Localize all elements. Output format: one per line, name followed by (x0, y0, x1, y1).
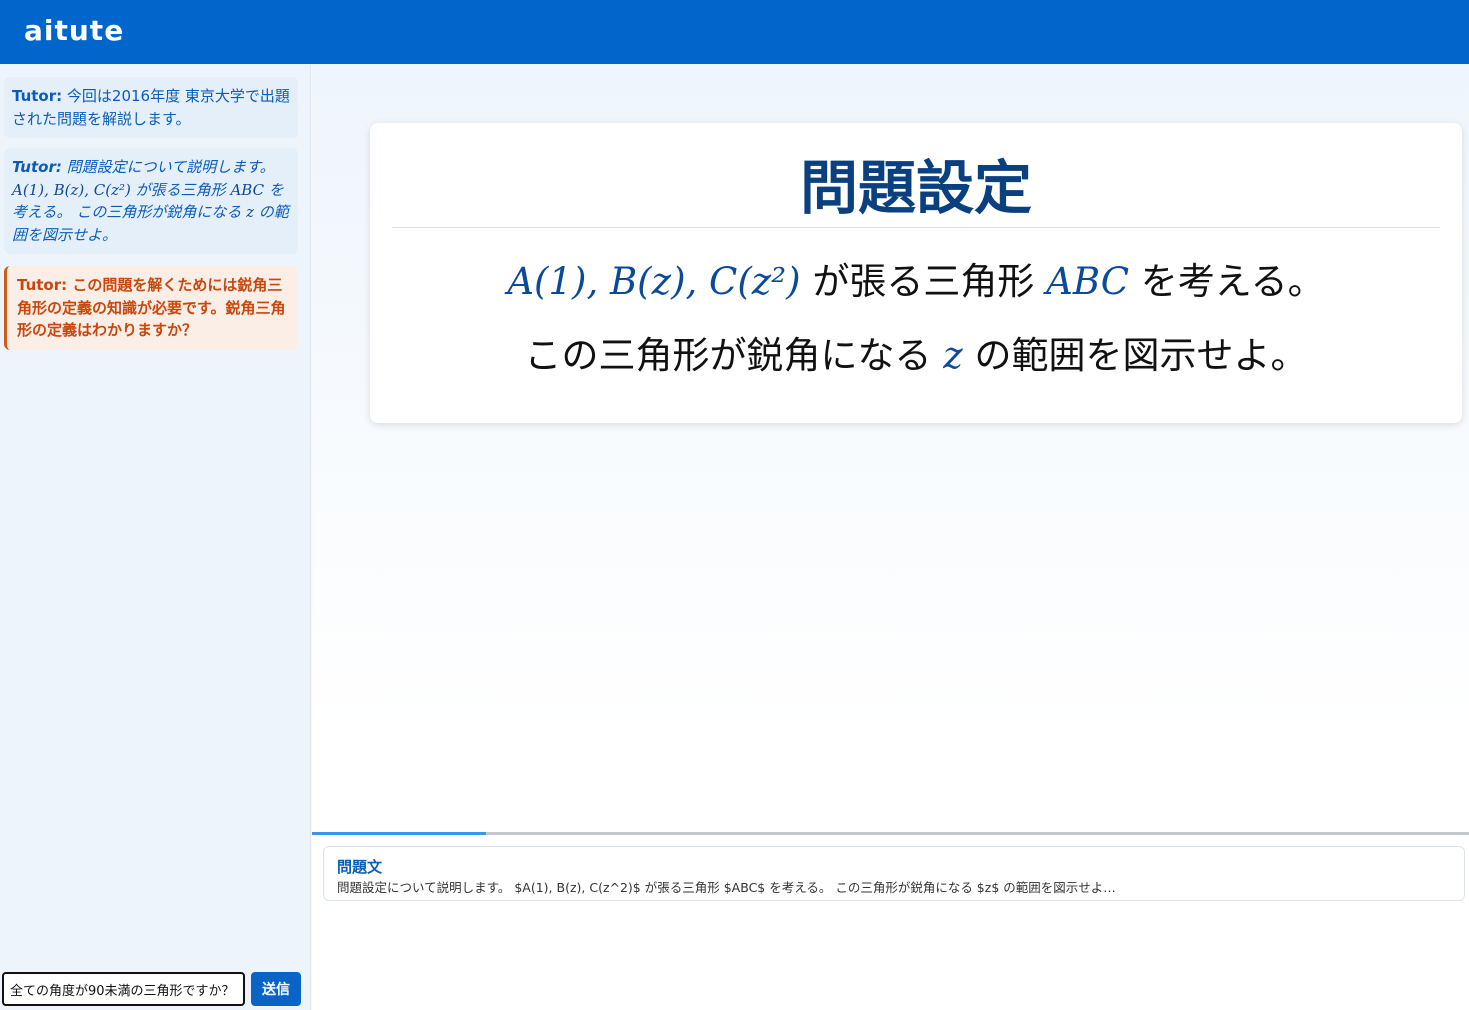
message-math: A(1), B(z), C(z²) (12, 180, 131, 199)
main-panel: 問題設定 A(1), B(z), C(z²) が張る三角形 ABC を考える。 … (312, 64, 1469, 1010)
slide-text: の範囲を図示せよ。 (962, 334, 1308, 377)
slide-text: が張る三角形 (800, 260, 1047, 303)
problem-slide: 問題設定 A(1), B(z), C(z²) が張る三角形 ABC を考える。 … (370, 123, 1462, 423)
chat-message-current: Tutor: この問題を解くためには鋭角三角形の定義の知識が必要です。鋭角三角形… (4, 266, 298, 350)
chat-message: Tutor: 今回は2016年度 東京大学で出題された問題を解説します。 (4, 77, 298, 138)
chat-input[interactable] (2, 972, 245, 1006)
chat-sidebar: Tutor: 今回は2016年度 東京大学で出題された問題を解説します。 Tut… (0, 64, 311, 1010)
progress-fill (312, 832, 486, 835)
message-speaker: Tutor: (17, 276, 68, 294)
message-math: z (246, 203, 254, 221)
message-math: ABC (230, 180, 265, 199)
slide-line: この三角形が鋭角になる z の範囲を図示せよ。 (370, 325, 1462, 379)
chat-input-row: 送信 (0, 970, 311, 1010)
slide-text: を考える。 (1129, 260, 1325, 303)
message-speaker: Tutor: (12, 158, 62, 176)
message-text: が張る三角形 (130, 180, 231, 199)
chat-message: Tutor: 問題設定について説明します。 A(1), B(z), C(z²) … (4, 148, 298, 254)
message-speaker: Tutor: (12, 87, 63, 105)
slide-math: z (943, 334, 963, 377)
app-logo: aitute (24, 14, 125, 47)
slide-text: この三角形が鋭角になる (524, 334, 944, 377)
send-button[interactable]: 送信 (251, 972, 301, 1006)
slide-math: ABC (1046, 260, 1130, 303)
slide-divider (392, 227, 1440, 228)
slide-title: 問題設定 (799, 154, 1032, 222)
app-header: aitute (0, 0, 1469, 64)
problem-text-card: 問題文 問題設定について説明します。 $A(1), B(z), C(z^2)$ … (323, 846, 1465, 901)
progress-bar[interactable] (312, 832, 1469, 835)
card-title: 問題文 (337, 858, 383, 876)
slide-math: A(1), B(z), C(z²) (507, 260, 801, 303)
slide-line: A(1), B(z), C(z²) が張る三角形 ABC を考える。 (370, 251, 1462, 305)
message-text: 問題設定について説明します。 (61, 158, 275, 176)
card-text: 問題設定について説明します。 $A(1), B(z), C(z^2)$ が張る三… (337, 880, 1116, 895)
